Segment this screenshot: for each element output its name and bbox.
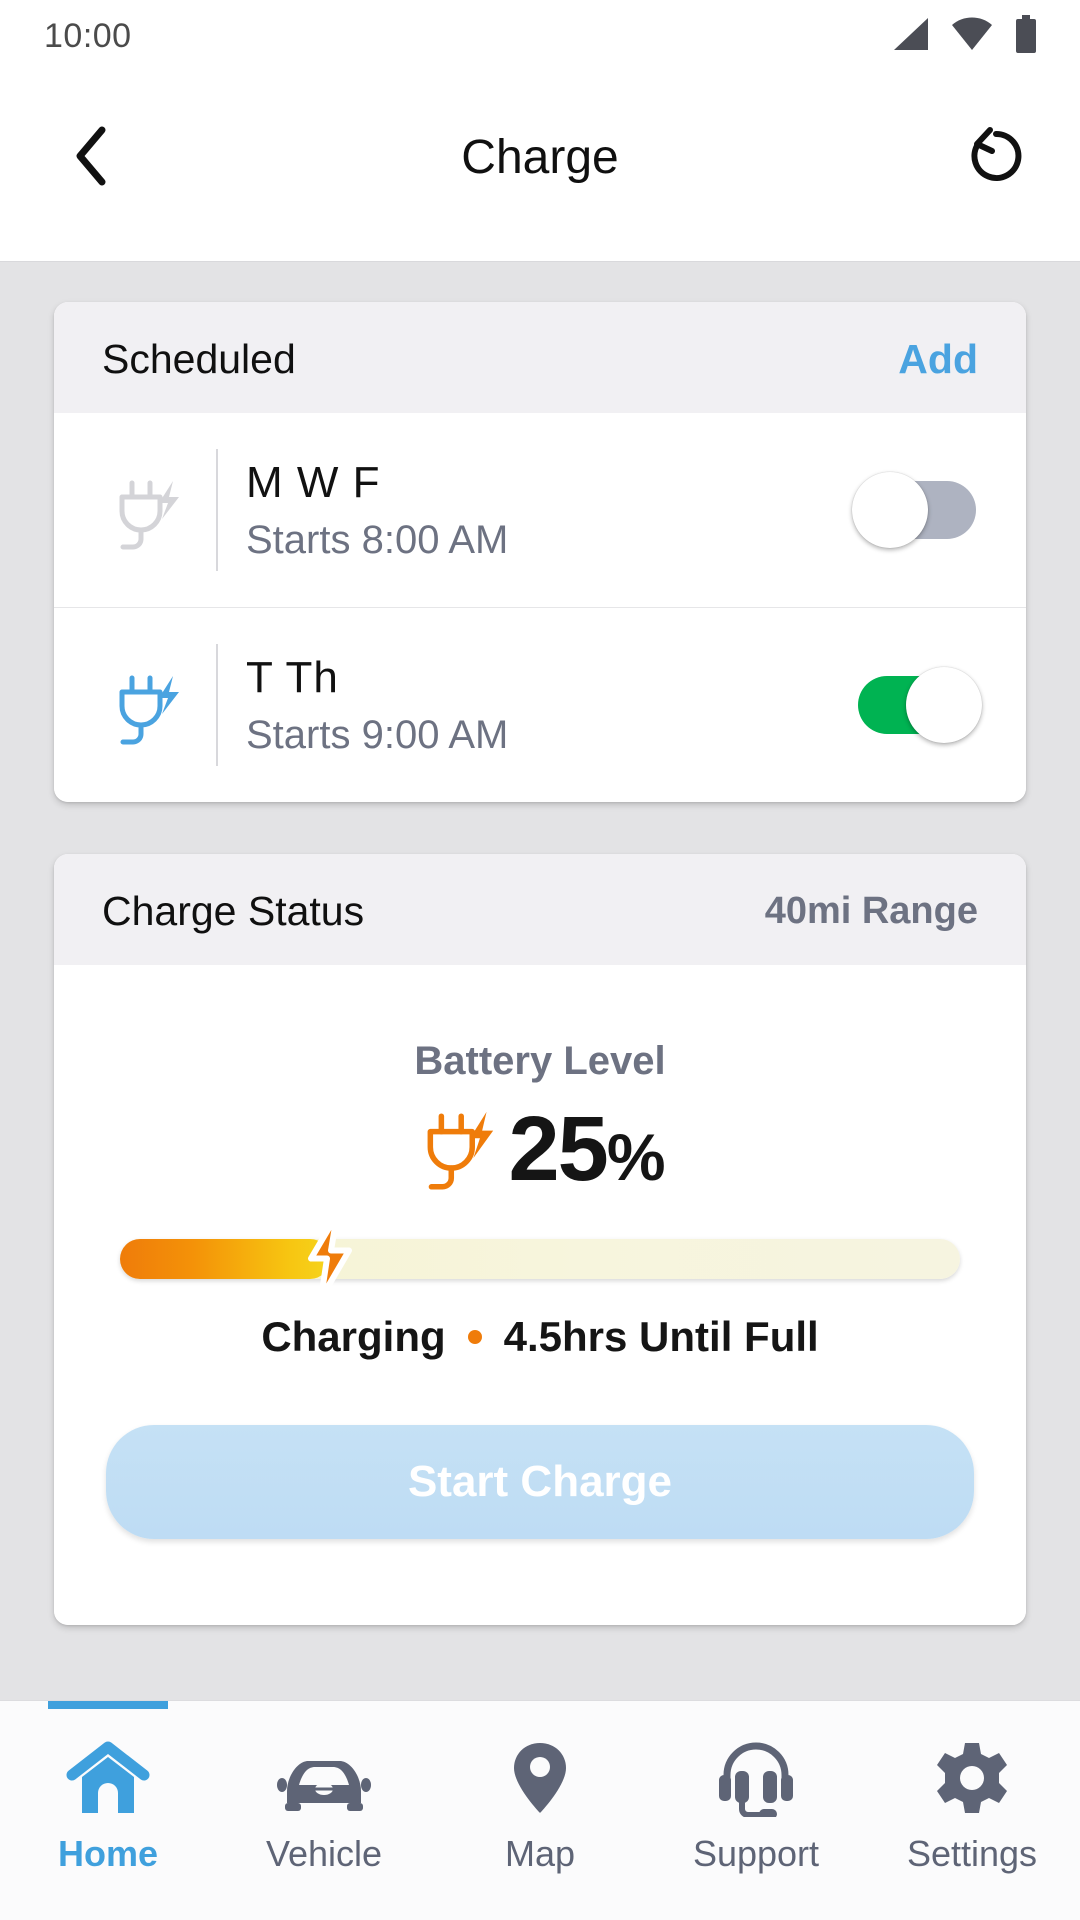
- refresh-button[interactable]: [952, 114, 1040, 202]
- battery-percent-unit: %: [606, 1119, 666, 1194]
- gear-icon: [933, 1739, 1011, 1817]
- battery-level-label: Battery Level: [414, 1039, 666, 1083]
- battery-percent-value: 25: [508, 1097, 608, 1200]
- chevron-left-icon: [72, 125, 112, 190]
- schedule-days: T Th: [246, 652, 339, 702]
- nav-label-support: Support: [692, 1833, 820, 1874]
- nav-item-settings[interactable]: Settings: [864, 1701, 1080, 1920]
- scheduled-card-header: Scheduled Add: [54, 302, 1026, 413]
- plug-charge-icon: [416, 1098, 502, 1199]
- nav-label-map: Map: [504, 1833, 576, 1874]
- plug-charge-icon: [90, 662, 206, 748]
- scheduled-title: Scheduled: [102, 336, 296, 382]
- signal-icon: [888, 16, 930, 57]
- bottom-navigation: Home Vehicle Map Support Settings: [0, 1700, 1080, 1920]
- nav-item-home[interactable]: Home: [0, 1701, 216, 1920]
- car-icon: [277, 1739, 371, 1817]
- page-title: Charge: [461, 131, 619, 184]
- status-bar: 10:00: [0, 0, 1080, 72]
- row-separator: [216, 449, 218, 571]
- schedule-row-text: M W F Starts 8:00 AM: [246, 458, 858, 563]
- battery-level-row: 25%: [106, 1098, 974, 1199]
- lightning-bolt-icon: [301, 1211, 359, 1308]
- nav-label-home: Home: [57, 1833, 159, 1874]
- schedule-start-time: Starts 9:00 AM: [246, 712, 509, 757]
- nav-label-settings: Settings: [906, 1833, 1038, 1874]
- schedule-days: M W F: [246, 457, 381, 507]
- back-button[interactable]: [48, 114, 136, 202]
- wifi-icon: [950, 16, 994, 57]
- row-separator: [216, 644, 218, 766]
- schedule-row[interactable]: M W F Starts 8:00 AM: [54, 413, 1026, 607]
- refresh-icon: [964, 124, 1028, 191]
- home-icon: [66, 1739, 150, 1817]
- charge-status-card: Charge Status 40mi Range Battery Level 2…: [54, 854, 1026, 1625]
- charging-status-line: Charging 4.5hrs Until Full: [106, 1313, 974, 1361]
- nav-item-vehicle[interactable]: Vehicle: [216, 1701, 432, 1920]
- nav-label-vehicle: Vehicle: [265, 1833, 383, 1874]
- main-content: Scheduled Add M W F Starts 8:00 AM T Th …: [0, 262, 1080, 1700]
- status-bar-icons: [888, 14, 1038, 58]
- plug-charge-icon: [90, 467, 206, 553]
- toggle-knob: [852, 472, 928, 548]
- progress-fill: [120, 1239, 330, 1279]
- toggle-knob: [906, 667, 982, 743]
- nav-item-map[interactable]: Map: [432, 1701, 648, 1920]
- charge-status-title: Charge Status: [102, 888, 365, 934]
- active-tab-indicator: [47, 1701, 169, 1709]
- schedule-row-text: T Th Starts 9:00 AM: [246, 653, 858, 758]
- app-bar: Charge: [0, 72, 1080, 262]
- nav-item-support[interactable]: Support: [648, 1701, 864, 1920]
- charge-screen: 10:00 Charge Scheduled Add M W F Starts …: [0, 0, 1080, 1920]
- schedule-toggle[interactable]: [858, 667, 982, 743]
- battery-progress-bar: [120, 1211, 960, 1302]
- status-bar-time: 10:00: [44, 16, 132, 55]
- charge-status-body: Battery Level 25% Charging 4.5hrs Until …: [54, 965, 1026, 1625]
- add-schedule-button[interactable]: Add: [898, 336, 978, 383]
- charging-state: Charging: [261, 1313, 446, 1360]
- battery-percent: 25%: [508, 1103, 666, 1195]
- battery-icon: [1014, 14, 1038, 58]
- range-value: 40mi Range: [764, 890, 978, 932]
- schedule-row[interactable]: T Th Starts 9:00 AM: [54, 608, 1026, 802]
- start-charge-button[interactable]: Start Charge: [106, 1425, 974, 1539]
- time-until-full: 4.5hrs Until Full: [503, 1313, 819, 1360]
- map-pin-icon: [509, 1739, 571, 1817]
- charge-status-header: Charge Status 40mi Range: [54, 854, 1026, 965]
- schedule-toggle[interactable]: [852, 472, 976, 548]
- scheduled-card: Scheduled Add M W F Starts 8:00 AM T Th …: [54, 302, 1026, 802]
- headset-icon: [713, 1739, 799, 1817]
- schedule-start-time: Starts 8:00 AM: [246, 517, 509, 562]
- orange-dot-icon: [467, 1330, 482, 1344]
